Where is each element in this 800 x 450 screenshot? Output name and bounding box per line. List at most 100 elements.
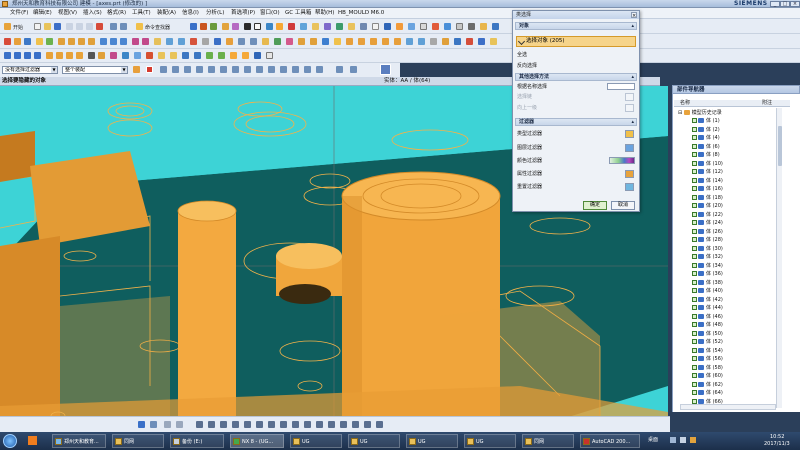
shaded-view-icon[interactable] — [222, 23, 229, 30]
measure-distance-icon[interactable] — [230, 52, 237, 59]
menu-analysis[interactable]: 分析(L) — [206, 8, 224, 19]
checkbox-icon[interactable] — [692, 254, 697, 259]
checkbox-icon[interactable] — [692, 271, 697, 276]
checkbox-icon[interactable] — [692, 194, 697, 200]
pan-icon[interactable] — [34, 52, 41, 59]
tray-desktop-label[interactable]: 桌面 — [648, 437, 658, 444]
wcs-rotate-icon[interactable] — [218, 52, 225, 59]
intersection-icon[interactable] — [196, 66, 203, 73]
ok-button[interactable]: 确定 — [583, 201, 607, 210]
nx-app-icon[interactable] — [2, 1, 8, 7]
project-icon[interactable] — [442, 38, 449, 45]
object-display-icon[interactable] — [170, 52, 177, 59]
fit-view-icon[interactable] — [4, 52, 11, 59]
navigator-body-item[interactable]: 体 (10) — [692, 160, 723, 168]
select-box-icon[interactable] — [164, 421, 171, 428]
endpoint-icon[interactable] — [160, 66, 167, 73]
navigator-body-item[interactable]: 体 (14) — [692, 177, 723, 185]
dimension-icon[interactable] — [376, 421, 383, 428]
corner-icon[interactable] — [340, 421, 347, 428]
menu-tools[interactable]: 工具(T) — [132, 8, 151, 19]
navigator-body-item[interactable]: 体 (64) — [692, 389, 723, 397]
checkbox-icon[interactable] — [692, 245, 697, 251]
mirror-sketch-icon[interactable] — [364, 421, 371, 428]
point-on-face-icon[interactable] — [268, 66, 275, 73]
navigator-body-item[interactable]: 体 (20) — [692, 202, 723, 210]
navigator-body-item[interactable]: 体 (16) — [692, 185, 723, 193]
navigator-body-item[interactable]: 体 (52) — [692, 338, 723, 346]
menu-edit[interactable]: 编辑(E) — [33, 8, 52, 19]
command-finder-label[interactable]: 命令查找器 — [145, 24, 170, 31]
checkbox-icon[interactable] — [692, 220, 697, 225]
fit-icon[interactable] — [276, 23, 283, 30]
open-icon[interactable] — [44, 23, 51, 30]
view-triad-icon[interactable] — [380, 64, 391, 75]
col-name[interactable]: 名称 — [680, 100, 690, 107]
block-icon[interactable] — [58, 38, 65, 45]
checkbox-icon[interactable] — [692, 364, 697, 370]
select-chain-icon[interactable] — [625, 93, 634, 101]
checkbox-icon[interactable] — [692, 339, 697, 344]
boss-icon[interactable] — [36, 38, 43, 45]
taskbar-item-1[interactable]: 同网 — [112, 434, 164, 448]
navigator-body-item[interactable]: 体 (36) — [692, 270, 723, 278]
layer-settings-icon[interactable] — [182, 52, 189, 59]
iso-view-icon[interactable] — [76, 52, 83, 59]
navigator-body-item[interactable]: 体 (38) — [692, 279, 723, 287]
layer-filter-icon[interactable] — [625, 144, 634, 152]
navigator-body-item[interactable]: 体 (18) — [692, 194, 723, 202]
wcs-icon[interactable] — [300, 23, 307, 30]
navigator-body-item[interactable]: 体 (12) — [692, 168, 723, 176]
render-icon[interactable] — [232, 23, 239, 30]
bounded-grid-icon[interactable] — [280, 66, 287, 73]
checkbox-icon[interactable] — [692, 296, 697, 302]
invert-selection-link[interactable]: 反向选择 — [517, 62, 537, 70]
reset-filter-icon[interactable] — [625, 183, 634, 191]
taskbar-item-7[interactable]: UG — [464, 434, 516, 448]
minimize-button[interactable]: _ — [770, 1, 780, 7]
checkbox-icon[interactable] — [692, 203, 697, 208]
bom-icon[interactable] — [468, 23, 475, 30]
redo-icon[interactable] — [120, 23, 127, 30]
circle-icon[interactable] — [244, 421, 251, 428]
tray-app-icon[interactable] — [690, 437, 696, 443]
electrode-icon[interactable] — [456, 23, 463, 30]
snap-point-icon[interactable] — [146, 66, 153, 73]
navigator-body-item[interactable]: 体 (42) — [692, 296, 723, 304]
checkbox-icon[interactable] — [692, 313, 697, 319]
wcs-origin-icon[interactable] — [206, 52, 213, 59]
cylinder-icon[interactable] — [68, 38, 75, 45]
parting-icon[interactable] — [408, 23, 415, 30]
assembly-icon[interactable] — [348, 23, 355, 30]
offset-face-icon[interactable] — [178, 38, 185, 45]
undo-icon[interactable] — [110, 23, 117, 30]
navigator-body-item[interactable]: 体 (2) — [692, 126, 720, 134]
navigator-body-item[interactable]: 体 (24) — [692, 219, 723, 227]
sync-icon[interactable] — [274, 38, 281, 45]
menu-insert[interactable]: 插入(S) — [83, 8, 102, 19]
navigator-body-item[interactable]: 体 (50) — [692, 330, 723, 338]
thicken-icon[interactable] — [286, 38, 293, 45]
trim-sketch-icon[interactable] — [316, 421, 323, 428]
navigator-body-item[interactable]: 体 (1) — [692, 117, 720, 125]
menu-format[interactable]: 格式(R) — [107, 8, 126, 19]
start-orb-icon[interactable] — [3, 434, 17, 448]
maximize-button[interactable]: □ — [780, 1, 790, 7]
section-object[interactable]: 对象 ▴ — [515, 22, 637, 30]
clip-icon[interactable] — [122, 52, 129, 59]
checkbox-icon[interactable] — [692, 381, 697, 387]
chamfer-icon[interactable] — [142, 38, 149, 45]
surface-icon[interactable] — [382, 38, 389, 45]
sketch-icon[interactable] — [200, 23, 207, 30]
navigator-body-item[interactable]: 体 (54) — [692, 347, 723, 355]
offset-curve-icon[interactable] — [466, 38, 473, 45]
checkbox-icon[interactable] — [692, 228, 697, 234]
profile-icon[interactable] — [150, 421, 157, 428]
constraint-icon[interactable] — [360, 23, 367, 30]
hide-icon[interactable] — [244, 23, 251, 30]
extend-icon[interactable] — [328, 421, 335, 428]
checkbox-icon[interactable] — [692, 118, 697, 123]
taskbar-item-2[interactable]: 备份 (E:) — [170, 434, 224, 448]
point-icon[interactable] — [312, 23, 319, 30]
move-face-icon[interactable] — [238, 38, 245, 45]
